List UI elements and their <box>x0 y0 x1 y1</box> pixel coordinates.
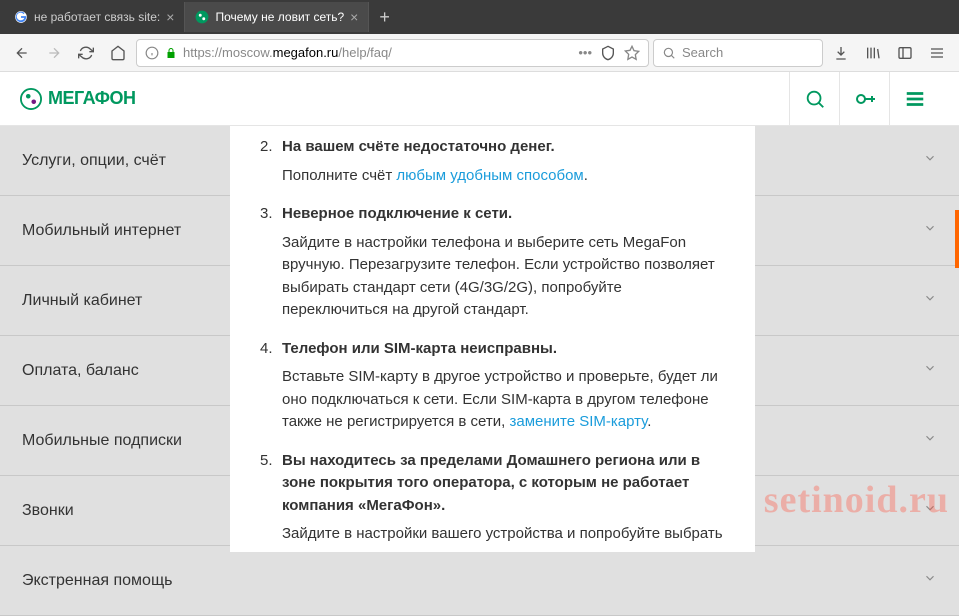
hamburger-menu-button[interactable] <box>889 72 939 126</box>
reload-button[interactable] <box>72 39 100 67</box>
url-dots[interactable]: ••• <box>578 45 592 60</box>
lock-icon <box>165 47 177 59</box>
downloads-button[interactable] <box>827 39 855 67</box>
site-header: МегаФон <box>0 72 959 126</box>
site-search-button[interactable] <box>789 72 839 126</box>
search-bar[interactable]: Search <box>653 39 823 67</box>
tab-close-0[interactable]: × <box>166 9 174 25</box>
chevron-down-icon <box>923 291 937 310</box>
faq-link-replace-sim[interactable]: замените SIM-карту <box>509 413 647 430</box>
faq-content: 2. На вашем счёте недостаточно денег. По… <box>230 126 755 552</box>
nav-bar: https://moscow.megafon.ru/help/faq/ ••• … <box>0 34 959 72</box>
shield-icon[interactable] <box>600 45 616 61</box>
faq-link-topup[interactable]: любым удобным способом <box>396 167 583 184</box>
info-icon <box>145 46 159 60</box>
accordion-item-emergency[interactable]: Экстренная помощь <box>0 546 959 616</box>
faq-heading: На вашем счёте недостаточно денег. <box>282 136 725 159</box>
search-icon <box>662 46 676 60</box>
star-icon[interactable] <box>624 45 640 61</box>
url-text: https://moscow.megafon.ru/help/faq/ <box>183 45 392 60</box>
google-favicon <box>14 10 28 24</box>
chevron-down-icon <box>923 221 937 240</box>
logo-icon <box>20 88 42 110</box>
faq-item-2: 2. На вашем счёте недостаточно денег. По… <box>260 136 725 187</box>
header-actions <box>789 72 939 126</box>
faq-item-5: 5. Вы находитесь за пределами Домашнего … <box>260 450 725 553</box>
faq-heading: Неверное подключение к сети. <box>282 203 725 226</box>
back-button[interactable] <box>8 39 36 67</box>
login-button[interactable] <box>839 72 889 126</box>
page-body: Услуги, опции, счёт Мобильный интернет Л… <box>0 126 959 552</box>
megafon-favicon <box>195 10 209 24</box>
forward-button[interactable] <box>40 39 68 67</box>
tab-close-1[interactable]: × <box>350 9 358 25</box>
chevron-down-icon <box>923 431 937 450</box>
faq-heading: Телефон или SIM-карта неисправны. <box>282 338 725 361</box>
home-button[interactable] <box>104 39 132 67</box>
search-placeholder: Search <box>682 45 723 60</box>
new-tab-button[interactable]: + <box>369 7 400 28</box>
chevron-down-icon <box>923 361 937 380</box>
browser-chrome: не работает связь site: × Почему не лови… <box>0 0 959 34</box>
tab-1[interactable]: Почему не ловит сеть? × <box>185 2 369 32</box>
tab-bar: не работает связь site: × Почему не лови… <box>0 0 959 34</box>
faq-item-4: 4. Телефон или SIM-карта неисправны. Вст… <box>260 338 725 434</box>
chevron-down-icon <box>923 151 937 170</box>
menu-button[interactable] <box>923 39 951 67</box>
tab-title-1: Почему не ловит сеть? <box>215 10 344 24</box>
chevron-down-icon <box>923 501 937 520</box>
tab-0[interactable]: не работает связь site: × <box>4 2 185 32</box>
faq-heading: Вы находитесь за пределами Домашнего рег… <box>282 450 725 518</box>
logo[interactable]: МегаФон <box>20 88 135 110</box>
logo-text: МегаФон <box>48 88 135 109</box>
faq-item-3: 3. Неверное подключение к сети. Зайдите … <box>260 203 725 322</box>
tab-title-0: не работает связь site: <box>34 10 160 24</box>
scrollbar-thumb[interactable] <box>955 210 959 268</box>
library-button[interactable] <box>859 39 887 67</box>
url-bar[interactable]: https://moscow.megafon.ru/help/faq/ ••• <box>136 39 649 67</box>
chevron-down-icon <box>923 571 937 590</box>
sidebar-button[interactable] <box>891 39 919 67</box>
